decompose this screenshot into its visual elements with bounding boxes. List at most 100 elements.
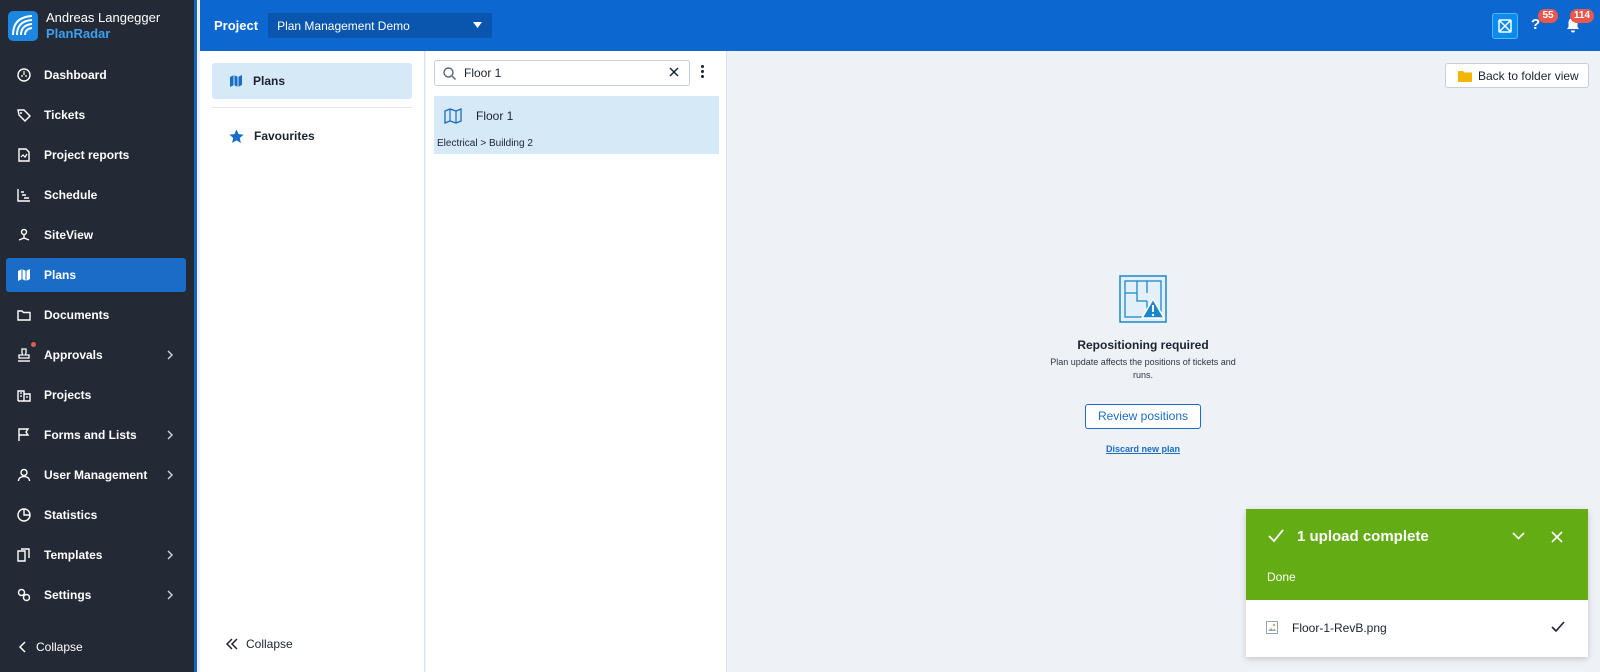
upload-toast-title: 1 upload complete <box>1297 528 1429 545</box>
subnav-collapse-button[interactable]: Collapse <box>226 637 293 651</box>
nav-item-templates[interactable]: Templates <box>6 538 186 572</box>
map-icon <box>229 74 243 88</box>
upload-toast: 1 upload complete Done Floor-1-RevB.png <box>1246 509 1588 657</box>
chevron-left-icon <box>18 641 26 653</box>
plan-name: Floor 1 <box>476 109 514 123</box>
plan-warning-icon <box>1119 275 1167 323</box>
nav-item-siteview[interactable]: SiteView <box>6 218 186 252</box>
subnav-plans[interactable]: Plans <box>212 63 412 99</box>
nav-label: Forms and Lists <box>44 428 137 442</box>
nav-label: Statistics <box>44 508 98 522</box>
back-to-folder-button[interactable]: Back to folder view <box>1445 63 1589 88</box>
divider <box>212 107 412 108</box>
chevron-right-icon <box>167 430 173 440</box>
repositioning-title: Repositioning required <box>1077 338 1209 352</box>
uploaded-file-row: Floor-1-RevB.png <box>1246 600 1588 657</box>
plan-list-item[interactable]: Floor 1 Electrical > Building 2 <box>434 96 719 154</box>
subnav-plans-label: Plans <box>253 74 286 88</box>
app-name: PlanRadar <box>46 26 111 41</box>
upload-toast-header: 1 upload complete Done <box>1246 509 1588 600</box>
nav-label: Dashboard <box>44 68 107 82</box>
notification-dot <box>31 342 36 347</box>
nav-label: Approvals <box>44 348 103 362</box>
nav-item-approvals[interactable]: Approvals <box>6 338 186 372</box>
back-to-folder-label: Back to folder view <box>1478 68 1579 83</box>
settings-icon <box>16 587 32 603</box>
upload-status: Done <box>1267 570 1296 584</box>
discard-new-plan-link[interactable]: Discard new plan <box>1048 444 1238 454</box>
report-icon <box>16 147 32 163</box>
subnav-favourites[interactable]: Favourites <box>212 118 412 154</box>
star-icon <box>229 129 244 144</box>
nav-item-schedule[interactable]: Schedule <box>6 178 186 212</box>
nav-label: Templates <box>44 548 103 562</box>
stamp-icon <box>16 347 32 363</box>
folder-icon <box>16 307 32 323</box>
tools-icon <box>1498 19 1512 33</box>
chevron-right-icon <box>167 470 173 480</box>
uploaded-file-name: Floor-1-RevB.png <box>1292 621 1387 635</box>
nav-item-user-management[interactable]: User Management <box>6 458 186 492</box>
plan-path: Electrical > Building 2 <box>437 138 533 149</box>
user-icon <box>16 467 32 483</box>
double-chevron-left-icon <box>226 638 238 650</box>
nav-item-project-reports[interactable]: Project reports <box>6 138 186 172</box>
nav-collapse-button[interactable]: Collapse <box>18 640 83 654</box>
caret-down-icon <box>473 22 483 28</box>
nav-label: Documents <box>44 308 110 322</box>
flag-icon <box>16 427 32 443</box>
nav-item-statistics[interactable]: Statistics <box>6 498 186 532</box>
nav-item-projects[interactable]: Projects <box>6 378 186 412</box>
nav-label: Projects <box>44 388 92 402</box>
image-file-icon <box>1266 621 1278 634</box>
main-nav: Andreas Langegger PlanRadar Dashboard Ti… <box>0 0 197 672</box>
nav-label: Project reports <box>44 148 130 162</box>
nav-item-dashboard[interactable]: Dashboard <box>6 58 186 92</box>
project-label: Project <box>214 18 259 33</box>
tools-button[interactable] <box>1492 13 1518 39</box>
nav-label: Schedule <box>44 188 98 202</box>
close-icon[interactable] <box>1551 531 1563 543</box>
schedule-icon <box>16 187 32 203</box>
check-icon <box>1268 529 1284 543</box>
repositioning-description: Plan update affects the positions of tic… <box>1050 357 1236 380</box>
chevron-down-icon[interactable] <box>1512 531 1525 541</box>
project-select[interactable]: Plan Management Demo <box>268 13 493 38</box>
planradar-logo-icon <box>8 11 38 41</box>
map-icon <box>16 267 32 283</box>
building-icon <box>16 387 32 403</box>
siteview-icon <box>16 227 32 243</box>
folder-icon <box>1458 70 1472 82</box>
plans-subnav: Plans Favourites Collapse <box>200 51 425 672</box>
help-badge: 55 <box>1538 9 1558 23</box>
chevron-right-icon <box>167 550 173 560</box>
search-box <box>434 60 690 86</box>
search-icon <box>443 66 456 80</box>
tag-icon <box>16 107 32 123</box>
notifications-badge: 114 <box>1570 9 1594 23</box>
templates-icon <box>16 547 32 563</box>
nav-item-documents[interactable]: Documents <box>6 298 186 332</box>
more-options-icon[interactable] <box>701 65 704 78</box>
check-icon <box>1551 621 1565 633</box>
nav-item-settings[interactable]: Settings <box>6 578 186 612</box>
repositioning-notice: Repositioning required Plan update affec… <box>1048 275 1238 454</box>
nav-item-plans[interactable]: Plans <box>6 258 186 292</box>
nav-label: Tickets <box>44 108 86 122</box>
clear-search-icon[interactable] <box>669 67 679 77</box>
nav-item-tickets[interactable]: Tickets <box>6 98 186 132</box>
search-input[interactable] <box>464 66 654 80</box>
nav-label: User Management <box>44 468 148 482</box>
top-bar: Project Plan Management Demo ? 55 114 <box>200 0 1600 51</box>
plan-icon <box>444 108 462 129</box>
pie-icon <box>16 507 32 523</box>
nav-label: Plans <box>44 268 77 282</box>
nav-item-forms-and-lists[interactable]: Forms and Lists <box>6 418 186 452</box>
nav-label: SiteView <box>44 228 94 242</box>
brand[interactable]: Andreas Langegger PlanRadar <box>0 0 194 52</box>
nav-collapse-label: Collapse <box>36 640 83 654</box>
subnav-collapse-label: Collapse <box>246 637 293 651</box>
nav-label: Settings <box>44 588 92 602</box>
review-positions-button[interactable]: Review positions <box>1084 404 1202 429</box>
user-name: Andreas Langegger <box>46 10 161 25</box>
